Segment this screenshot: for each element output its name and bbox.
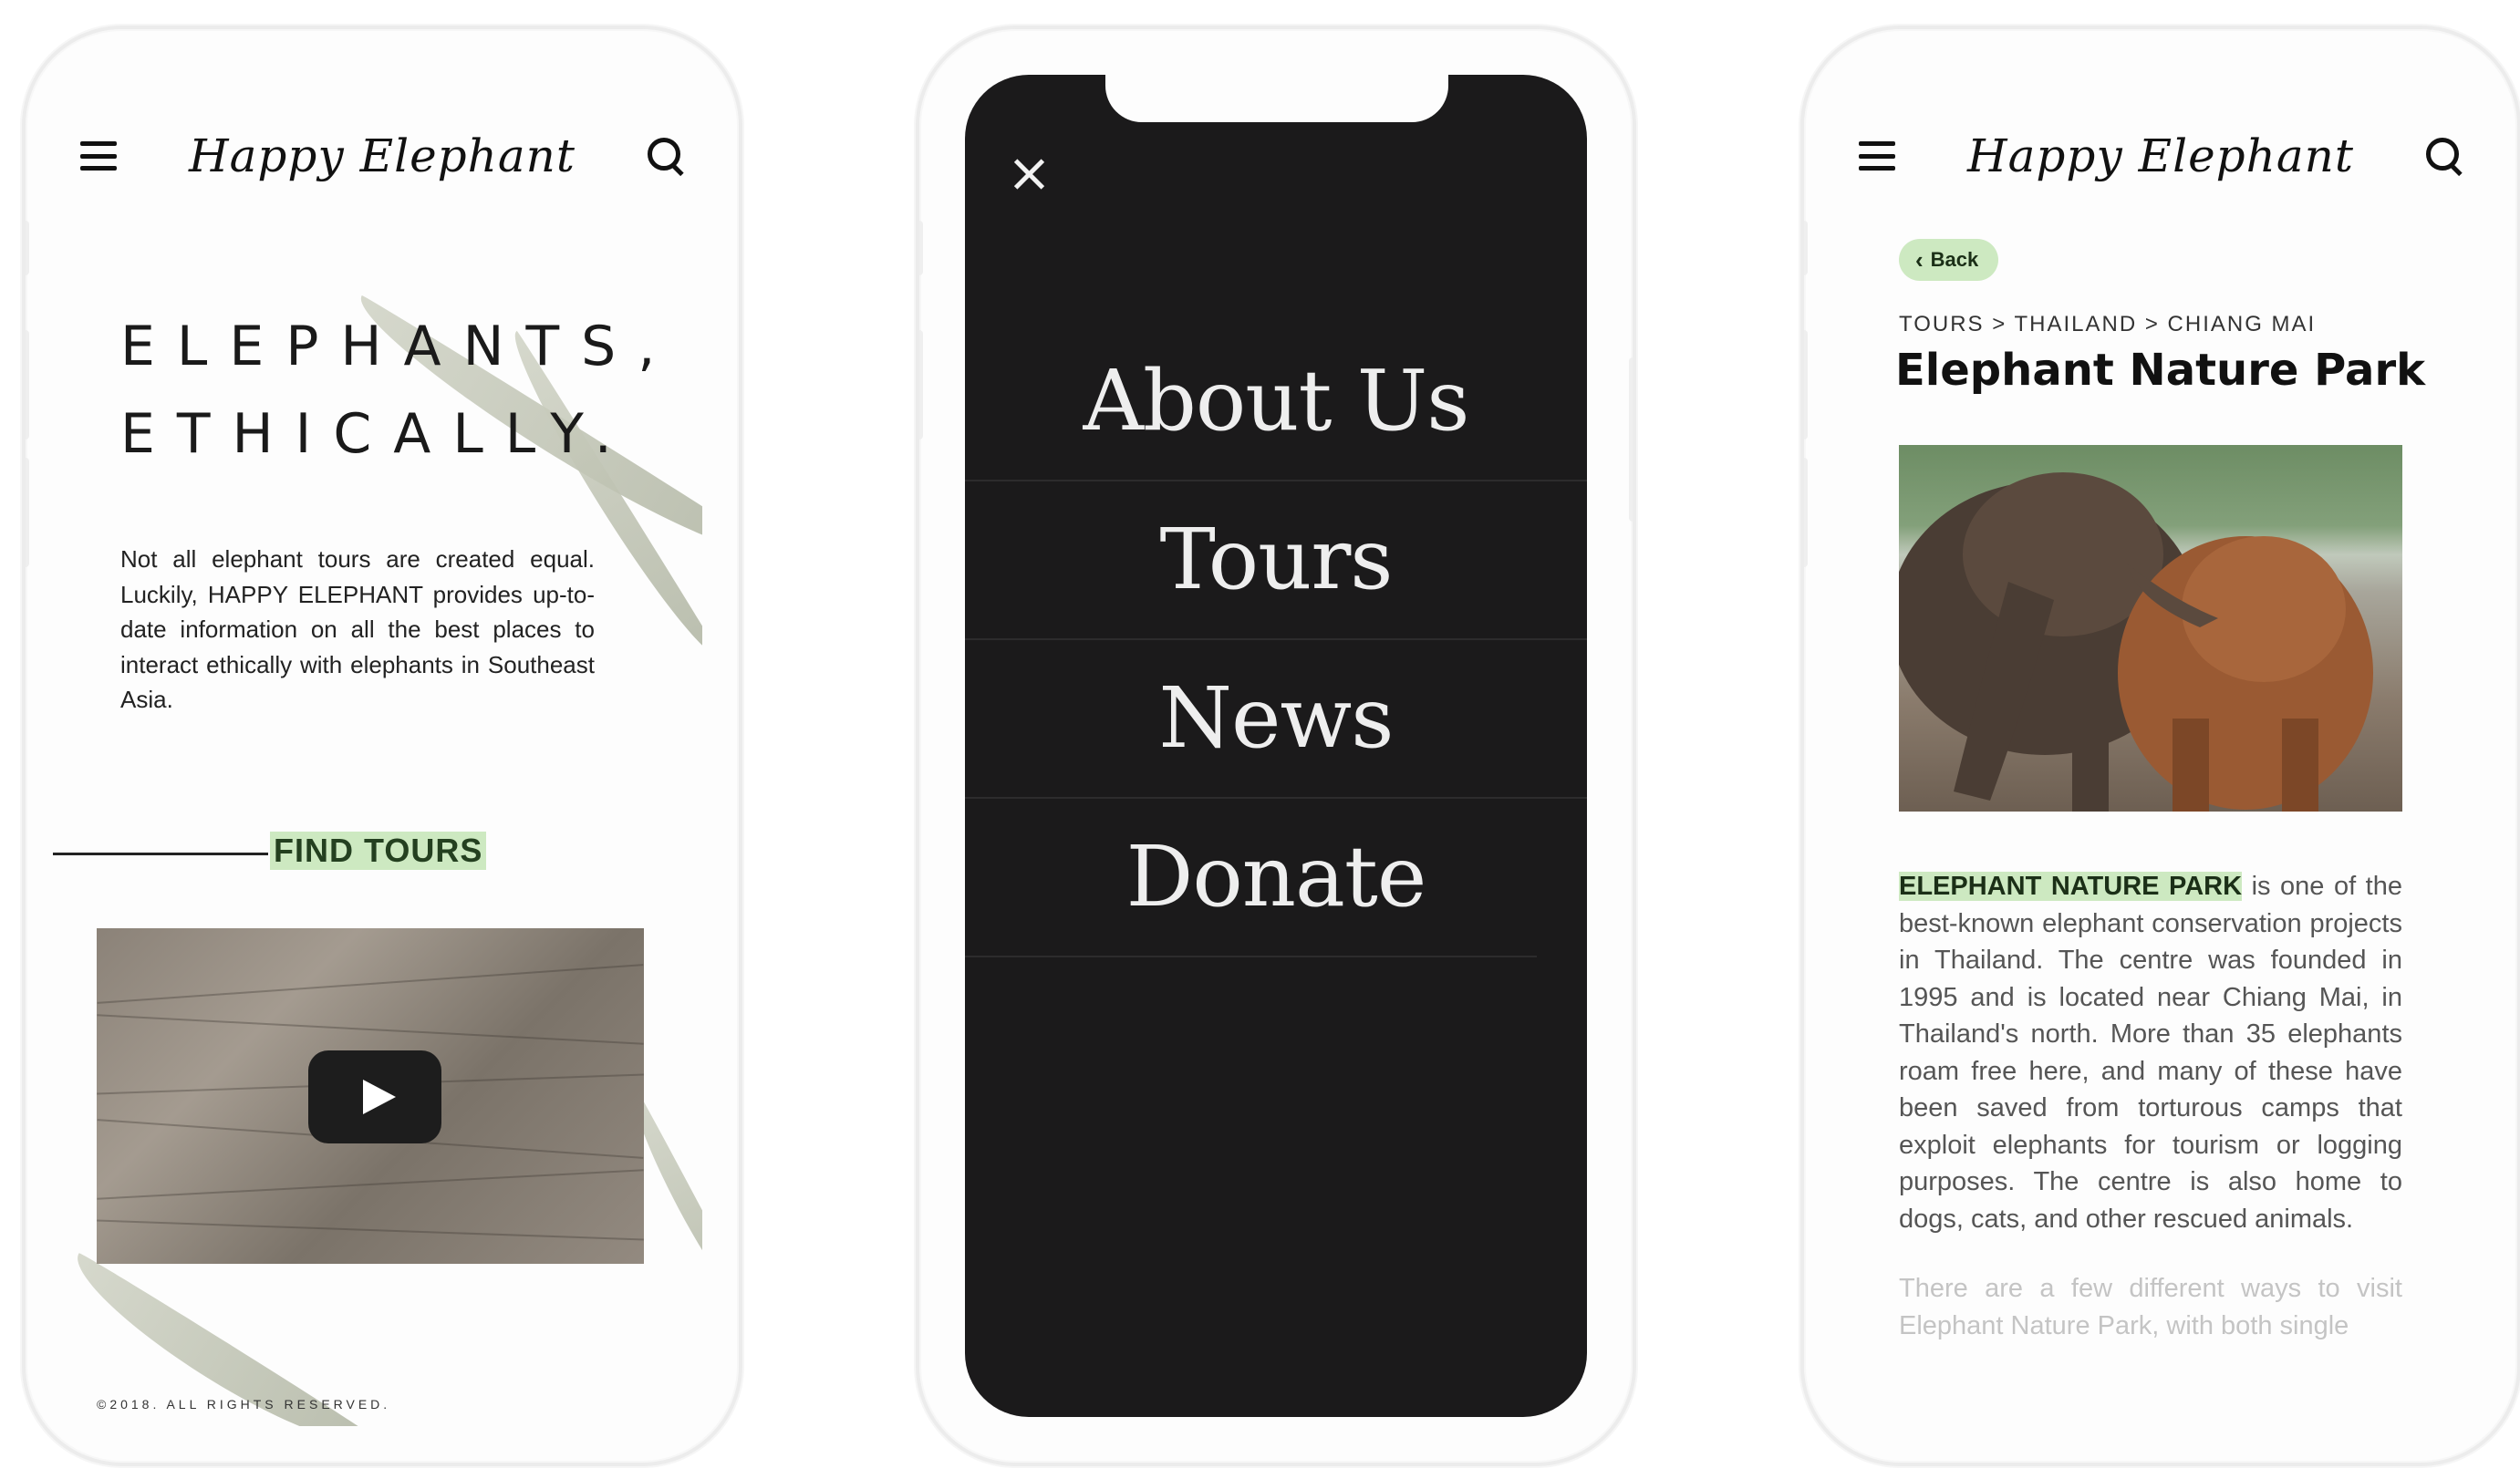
notch (1105, 75, 1448, 122)
logo[interactable]: Happy Elephant (189, 129, 576, 182)
menu-item-news[interactable]: News (965, 640, 1587, 797)
phone-menu: About Us Tours News Donate (916, 26, 1636, 1466)
highlighted-name: ELEPHANT NATURE PARK (1899, 872, 2243, 901)
menu-item-donate[interactable]: Donate (965, 799, 1587, 956)
elephant-photo (1899, 445, 2402, 812)
side-button (1804, 330, 1808, 440)
menu-screen: About Us Tours News Donate (965, 75, 1587, 1417)
side-button (26, 221, 29, 275)
side-button (26, 458, 29, 567)
article-paragraph-faded: There are a few different ways to visit … (1899, 1274, 2402, 1340)
hamburger-menu-icon[interactable] (80, 141, 117, 171)
find-tours-button[interactable]: FIND TOURS (270, 832, 487, 870)
play-icon[interactable] (308, 1050, 441, 1143)
search-icon[interactable] (648, 138, 684, 174)
side-button (1629, 357, 1633, 522)
phone-detail: Happy Elephant ‹ Back TOURS > THAILAND >… (1800, 26, 2520, 1466)
top-bar: Happy Elephant (80, 124, 684, 188)
menu-divider (965, 956, 1538, 957)
logo[interactable]: Happy Elephant (1967, 129, 2354, 182)
side-button (919, 221, 923, 275)
menu-item-tours[interactable]: Tours (965, 481, 1587, 638)
side-button (1804, 221, 1808, 275)
phone-home: Happy Elephant ELEPHANTS, ETHICALLY. Not… (22, 26, 742, 1466)
hamburger-menu-icon[interactable] (1859, 141, 1895, 171)
search-icon[interactable] (2426, 138, 2463, 174)
article-body: ELEPHANT NATURE PARK is one of the best-… (1899, 868, 2402, 1344)
menu-item-about-us[interactable]: About Us (965, 323, 1587, 480)
copyright: ©2018. ALL RIGHTS RESERVED. (97, 1397, 391, 1412)
close-icon[interactable] (1007, 151, 1053, 197)
top-bar: Happy Elephant (1859, 124, 2463, 188)
hero-title: ELEPHANTS, ETHICALLY. (120, 315, 678, 466)
video-player[interactable] (97, 928, 644, 1264)
elephant-illustration (1899, 472, 2373, 812)
side-button (26, 330, 29, 440)
side-button (919, 330, 923, 440)
back-button[interactable]: ‹ Back (1899, 239, 1999, 281)
back-label: Back (1930, 248, 1979, 271)
divider-line (53, 853, 268, 855)
intro-text: Not all elephant tours are created equal… (120, 545, 595, 713)
chevron-left-icon: ‹ (1915, 245, 1924, 274)
page-title: Elephant Nature Park (1895, 345, 2426, 396)
side-button (1804, 458, 1808, 567)
article-paragraph: is one of the best-known elephant conser… (1899, 872, 2402, 1234)
breadcrumb[interactable]: TOURS > THAILAND > CHIANG MAI (1899, 312, 2316, 337)
